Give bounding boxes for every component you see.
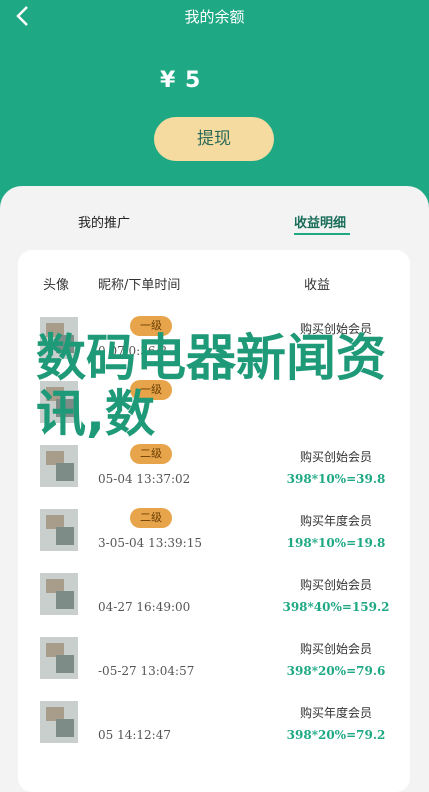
income-desc: 购买创始会员 — [299, 450, 372, 464]
income-calc: 198*10%=19.8 — [286, 536, 386, 550]
order-time: 05-04 13:37:02 — [98, 472, 191, 486]
level-badge: 二级 — [130, 508, 172, 528]
order-time: 3-05-04 13:39:15 — [98, 536, 202, 550]
income-calc: 398*10%=39.8 — [286, 472, 386, 486]
table-header: 头像 昵称/下单时间 收益 — [18, 250, 410, 306]
income-calc: 398*20%=79.2 — [286, 728, 386, 742]
income-desc: 购买年度会员 — [299, 706, 372, 720]
header-avatar: 头像 — [43, 278, 70, 293]
avatar — [40, 637, 78, 679]
order-time: 04-27 16:49:00 — [98, 600, 191, 614]
tab-my-promotion[interactable]: 我的推广 — [78, 212, 130, 231]
balance-header: 我的余额 ¥ 5 提现 — [0, 0, 429, 190]
avatar — [40, 509, 78, 551]
income-desc: 购买创始会员 — [299, 642, 372, 656]
active-tab-indicator — [294, 233, 350, 235]
income-desc: 购买年度会员 — [299, 514, 372, 528]
income-calc: 398*20%=79.6 — [286, 664, 386, 678]
avatar — [40, 573, 78, 615]
detail-card: 我的推广 收益明细 头像 昵称/下单时间 收益 一级 0 07 0:36:2 购… — [0, 186, 429, 792]
avatar — [40, 701, 78, 743]
overlay-headline: 数码电器新闻资讯,数 — [36, 329, 386, 443]
balance-amount: ¥ 5 — [160, 68, 202, 93]
income-calc: 398*40%=159.2 — [282, 600, 390, 614]
page-title: 我的余额 — [184, 8, 245, 26]
level-badge: 二级 — [130, 444, 172, 464]
table-row[interactable]: 04-27 16:49:00 购买创始会员 398*40%=159.2 — [18, 562, 410, 626]
tab-income-detail[interactable]: 收益明细 — [294, 212, 346, 231]
income-desc: 购买创始会员 — [299, 578, 372, 592]
header-income: 收益 — [304, 278, 331, 293]
order-time: 05 14:12:47 — [98, 728, 171, 742]
withdraw-button[interactable]: 提现 — [154, 117, 274, 161]
table-row[interactable]: 二级 05-04 13:37:02 购买创始会员 398*10%=39.8 — [18, 434, 410, 498]
table-row[interactable]: 二级 3-05-04 13:39:15 购买年度会员 198*10%=19.8 — [18, 498, 410, 562]
order-time: -05-27 13:04:57 — [98, 664, 195, 678]
avatar — [40, 445, 78, 487]
header-name-time: 昵称/下单时间 — [98, 278, 181, 293]
table-row[interactable]: 05 14:12:47 购买年度会员 398*20%=79.2 — [18, 690, 410, 754]
table-row[interactable]: -05-27 13:04:57 购买创始会员 398*20%=79.6 — [18, 626, 410, 690]
